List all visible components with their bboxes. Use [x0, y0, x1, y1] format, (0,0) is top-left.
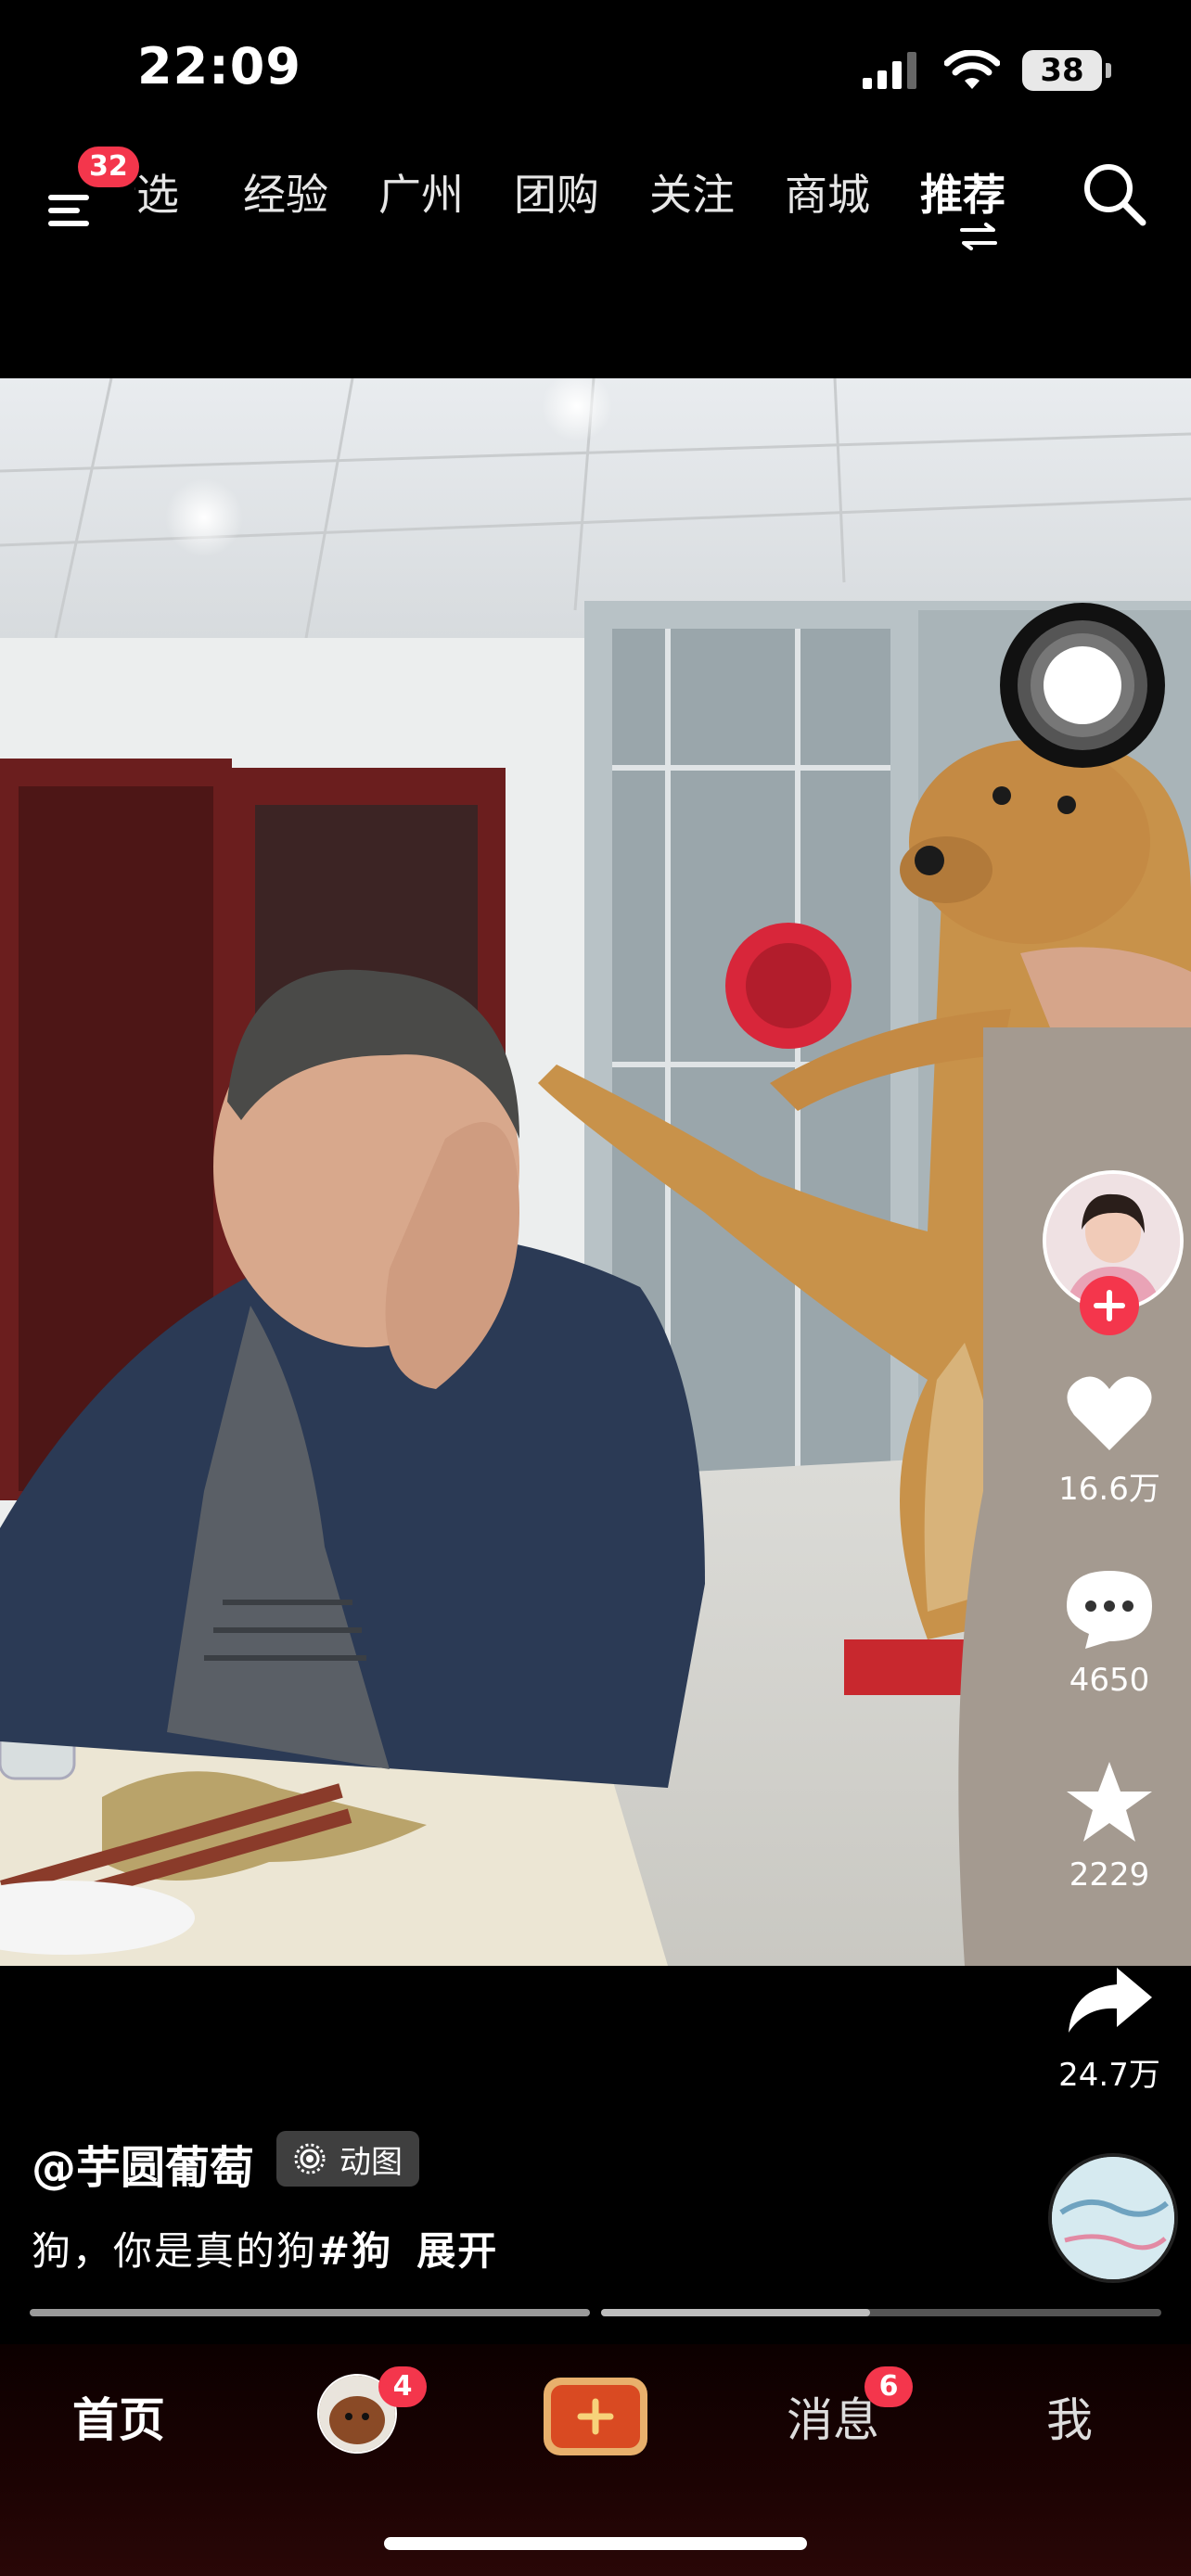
friends-badge: 4: [378, 2366, 427, 2407]
comment-icon: [1067, 1571, 1152, 1649]
plus-icon: [577, 2398, 614, 2435]
share-arrow-icon: [1069, 1968, 1152, 2033]
description-text: 狗，你是真的狗: [32, 2228, 318, 2274]
battery-level: 38: [1040, 52, 1084, 89]
tab-shangcheng[interactable]: 商城: [760, 158, 895, 232]
cellular-signal-icon: [863, 52, 916, 89]
expand-link[interactable]: 展开: [416, 2228, 498, 2274]
plus-icon: [1094, 1290, 1125, 1321]
author-name[interactable]: @芋圆葡萄: [32, 2131, 254, 2196]
tab-guanzhu[interactable]: 关注: [624, 158, 760, 232]
follow-button[interactable]: [1080, 1276, 1139, 1335]
messages-badge: 6: [864, 2366, 913, 2407]
record-icon: [1018, 620, 1147, 750]
tab-guangzhou[interactable]: 广州: [353, 158, 489, 232]
tab-tuangou[interactable]: 团购: [489, 158, 624, 232]
live-photo-icon: [294, 2143, 326, 2174]
battery-icon: 38: [1022, 50, 1111, 91]
comment-count: 4650: [1069, 1662, 1150, 1699]
channel-tabs: 精选 经验 广州 团购 关注 商城 推荐: [134, 158, 1031, 232]
status-time: 22:09: [137, 37, 301, 96]
heart-icon: [1067, 1376, 1152, 1450]
search-icon[interactable]: [1080, 159, 1148, 228]
animated-image-tag: 动图: [276, 2131, 419, 2187]
menu-badge: 32: [78, 147, 139, 187]
segment-1-progress[interactable]: [30, 2309, 590, 2316]
like-count: 16.6万: [1058, 1471, 1160, 1508]
like-button[interactable]: 16.6万: [1035, 1372, 1184, 1509]
share-count: 24.7万: [1058, 2057, 1160, 2094]
comment-button[interactable]: 4650: [1035, 1567, 1184, 1699]
nav-home[interactable]: 首页: [72, 2383, 165, 2450]
segment-2-progress-fill: [601, 2309, 870, 2316]
wifi-icon: [944, 50, 1000, 89]
favorite-button[interactable]: 2229: [1035, 1760, 1184, 1894]
star-icon: [1067, 1762, 1152, 1842]
top-nav: 32 精选 经验 广州 团购 关注 商城 推荐: [0, 147, 1191, 269]
music-disc-image: [1052, 2157, 1174, 2279]
favorite-count: 2229: [1069, 1856, 1150, 1894]
post-description: 狗，你是真的狗#狗 展开: [32, 2220, 498, 2276]
hashtag-link[interactable]: #狗: [317, 2228, 392, 2274]
create-post-button[interactable]: [544, 2378, 647, 2455]
status-icons: 38: [863, 45, 1111, 96]
share-button[interactable]: 24.7万: [1035, 1964, 1184, 2095]
nav-me[interactable]: 我: [1046, 2383, 1093, 2450]
home-indicator[interactable]: [384, 2537, 807, 2550]
tab-jingxuan[interactable]: 精选: [134, 158, 218, 232]
swap-icon[interactable]: [958, 223, 999, 250]
tab-jingyan[interactable]: 经验: [218, 158, 353, 232]
music-disc[interactable]: [1048, 2153, 1178, 2283]
tab-tuijian[interactable]: 推荐: [895, 158, 1031, 232]
animated-image-label: 动图: [339, 2143, 403, 2181]
record-button[interactable]: [1000, 603, 1165, 768]
